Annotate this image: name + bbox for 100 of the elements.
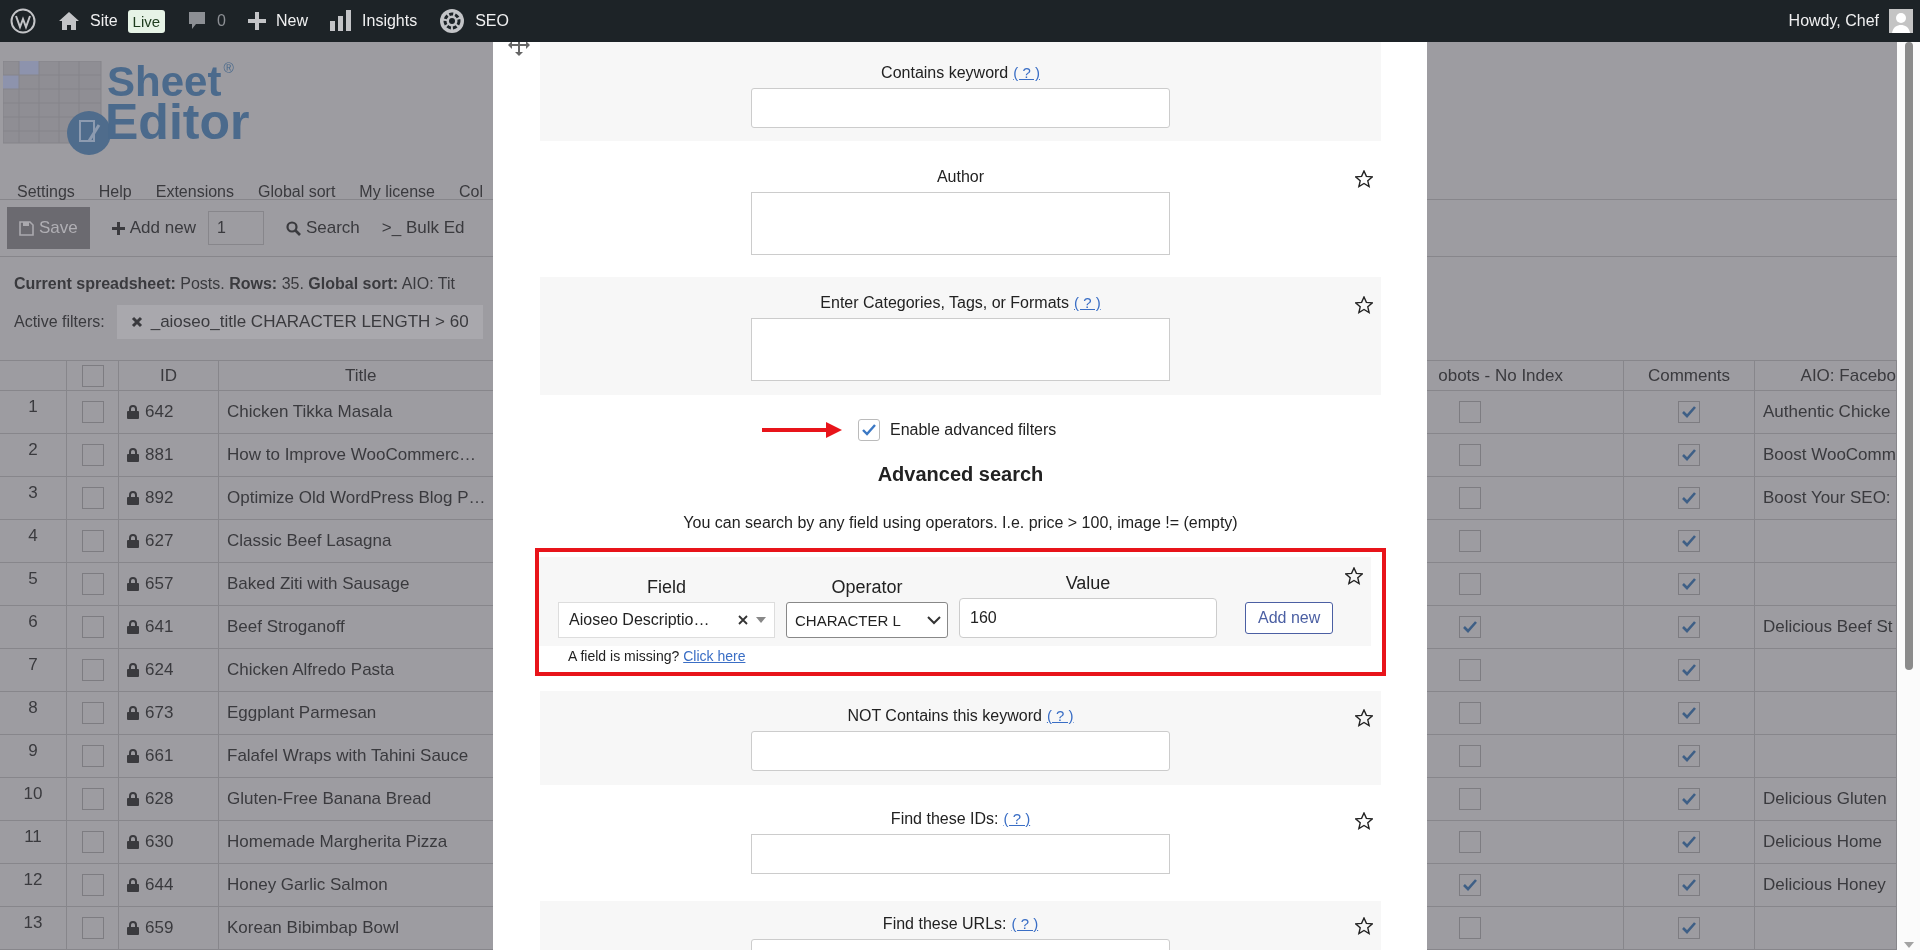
no-index-checkbox[interactable] bbox=[1459, 831, 1481, 853]
lock-icon bbox=[127, 448, 139, 462]
no-index-checkbox[interactable] bbox=[1459, 874, 1481, 896]
comments-checkbox[interactable] bbox=[1678, 573, 1700, 595]
filter-chip[interactable]: _aioseo_title CHARACTER LENGTH > 60 bbox=[116, 305, 483, 340]
comments-checkbox[interactable] bbox=[1678, 745, 1700, 767]
no-index-checkbox[interactable] bbox=[1459, 659, 1481, 681]
click-here-link[interactable]: Click here bbox=[683, 648, 746, 664]
no-index-checkbox[interactable] bbox=[1459, 530, 1481, 552]
no-index-checkbox[interactable] bbox=[1459, 573, 1481, 595]
user-greeting[interactable]: Howdy, Chef bbox=[1788, 12, 1879, 30]
no-index-checkbox[interactable] bbox=[1459, 487, 1481, 509]
comments-checkbox[interactable] bbox=[1678, 788, 1700, 810]
no-index-checkbox[interactable] bbox=[1459, 917, 1481, 939]
row-checkbox[interactable] bbox=[81, 444, 104, 466]
row-checkbox[interactable] bbox=[81, 831, 104, 853]
scrollbar[interactable] bbox=[1897, 42, 1920, 950]
seo-link[interactable]: SEO bbox=[475, 12, 509, 30]
comments-checkbox[interactable] bbox=[1678, 530, 1700, 552]
star-icon[interactable] bbox=[1355, 917, 1373, 935]
text-field[interactable] bbox=[751, 731, 1170, 771]
menu-item[interactable]: Extensions bbox=[155, 183, 234, 199]
column-header[interactable]: obots - No Index bbox=[1438, 365, 1563, 386]
no-index-checkbox[interactable] bbox=[1459, 401, 1481, 423]
star-icon[interactable] bbox=[1355, 170, 1373, 188]
text-area[interactable] bbox=[751, 192, 1170, 255]
plus-icon[interactable] bbox=[248, 12, 266, 30]
help-link[interactable]: ( ? ) bbox=[1013, 64, 1040, 82]
row-checkbox[interactable] bbox=[81, 616, 104, 638]
comments-checkbox[interactable] bbox=[1678, 401, 1700, 423]
menu-item[interactable]: Settings bbox=[17, 183, 75, 199]
row-checkbox[interactable] bbox=[81, 487, 104, 509]
help-link[interactable]: ( ? ) bbox=[1046, 707, 1074, 725]
row-number: 10 bbox=[0, 778, 67, 820]
row-count-field[interactable]: 1 bbox=[207, 211, 264, 245]
column-header[interactable]: Comments bbox=[1624, 361, 1755, 390]
row-number: 5 bbox=[0, 563, 67, 605]
clear-icon[interactable] bbox=[738, 615, 748, 625]
scrollbar-thumb[interactable] bbox=[1905, 42, 1913, 670]
comments-checkbox[interactable] bbox=[1678, 874, 1700, 896]
text-field[interactable] bbox=[751, 88, 1170, 128]
row-checkbox[interactable] bbox=[81, 659, 104, 681]
star-icon[interactable] bbox=[1355, 709, 1373, 727]
remove-icon[interactable] bbox=[130, 316, 143, 329]
add-new-button[interactable]: Add new bbox=[1245, 602, 1334, 634]
comments-checkbox[interactable] bbox=[1678, 444, 1700, 466]
no-index-checkbox[interactable] bbox=[1459, 788, 1481, 810]
check-icon bbox=[1681, 921, 1697, 935]
comments-checkbox[interactable] bbox=[1678, 831, 1700, 853]
menu-item[interactable]: Col bbox=[458, 183, 483, 199]
row-number: 9 bbox=[0, 735, 67, 777]
menu-item[interactable]: My license bbox=[359, 183, 435, 199]
comments-checkbox[interactable] bbox=[1678, 616, 1700, 638]
home-icon[interactable] bbox=[58, 11, 80, 31]
no-index-checkbox[interactable] bbox=[1459, 444, 1481, 466]
text-area[interactable] bbox=[751, 834, 1170, 874]
menu-item[interactable]: Help bbox=[98, 183, 132, 199]
add-new-button[interactable]: Add new bbox=[111, 218, 196, 238]
comments-checkbox[interactable] bbox=[1678, 702, 1700, 724]
enable-advanced-checkbox[interactable] bbox=[858, 419, 880, 441]
no-index-checkbox[interactable] bbox=[1459, 702, 1481, 724]
comments-checkbox[interactable] bbox=[1678, 487, 1700, 509]
text-area[interactable] bbox=[751, 318, 1170, 381]
row-checkbox[interactable] bbox=[81, 745, 104, 767]
row-checkbox[interactable] bbox=[81, 874, 104, 896]
comments-checkbox[interactable] bbox=[1678, 917, 1700, 939]
gear-icon[interactable] bbox=[439, 8, 466, 34]
bulk-edit-button[interactable]: >_ Bulk Ed bbox=[381, 218, 465, 238]
help-link[interactable]: ( ? ) bbox=[1074, 294, 1101, 312]
field-select[interactable]: Aioseo Descriptio… bbox=[558, 602, 775, 638]
bar-chart-icon[interactable] bbox=[330, 10, 353, 32]
column-header[interactable]: Title bbox=[345, 365, 377, 386]
new-link[interactable]: New bbox=[276, 12, 309, 30]
star-icon[interactable] bbox=[1355, 812, 1373, 830]
value-field[interactable]: 160 bbox=[959, 598, 1217, 638]
row-checkbox[interactable] bbox=[81, 788, 104, 810]
row-checkbox[interactable] bbox=[81, 530, 104, 552]
row-checkbox[interactable] bbox=[81, 702, 104, 724]
insights-link[interactable]: Insights bbox=[362, 12, 418, 30]
avatar-icon[interactable] bbox=[1889, 9, 1913, 33]
no-index-checkbox[interactable] bbox=[1459, 616, 1481, 638]
menu-item[interactable]: Global sort bbox=[258, 183, 336, 199]
save-button[interactable]: Save bbox=[7, 207, 90, 249]
select-all-checkbox[interactable] bbox=[81, 364, 104, 387]
search-button[interactable]: Search bbox=[285, 218, 360, 238]
row-checkbox[interactable] bbox=[81, 573, 104, 595]
scroll-down-arrow-icon[interactable] bbox=[1904, 942, 1914, 948]
site-link[interactable]: Site bbox=[90, 12, 118, 30]
comment-count[interactable]: 0 bbox=[217, 12, 226, 30]
row-checkbox[interactable] bbox=[81, 917, 104, 939]
star-icon[interactable] bbox=[1345, 567, 1363, 585]
row-checkbox[interactable] bbox=[81, 401, 104, 423]
lock-icon bbox=[127, 491, 139, 505]
operator-select[interactable]: CHARACTER L bbox=[786, 602, 948, 638]
comments-checkbox[interactable] bbox=[1678, 659, 1700, 681]
column-header[interactable]: ID bbox=[119, 361, 219, 390]
wordpress-logo-icon[interactable] bbox=[10, 8, 36, 34]
no-index-checkbox[interactable] bbox=[1459, 745, 1481, 767]
help-link[interactable]: ( ? ) bbox=[1011, 915, 1039, 933]
star-icon[interactable] bbox=[1355, 296, 1373, 314]
